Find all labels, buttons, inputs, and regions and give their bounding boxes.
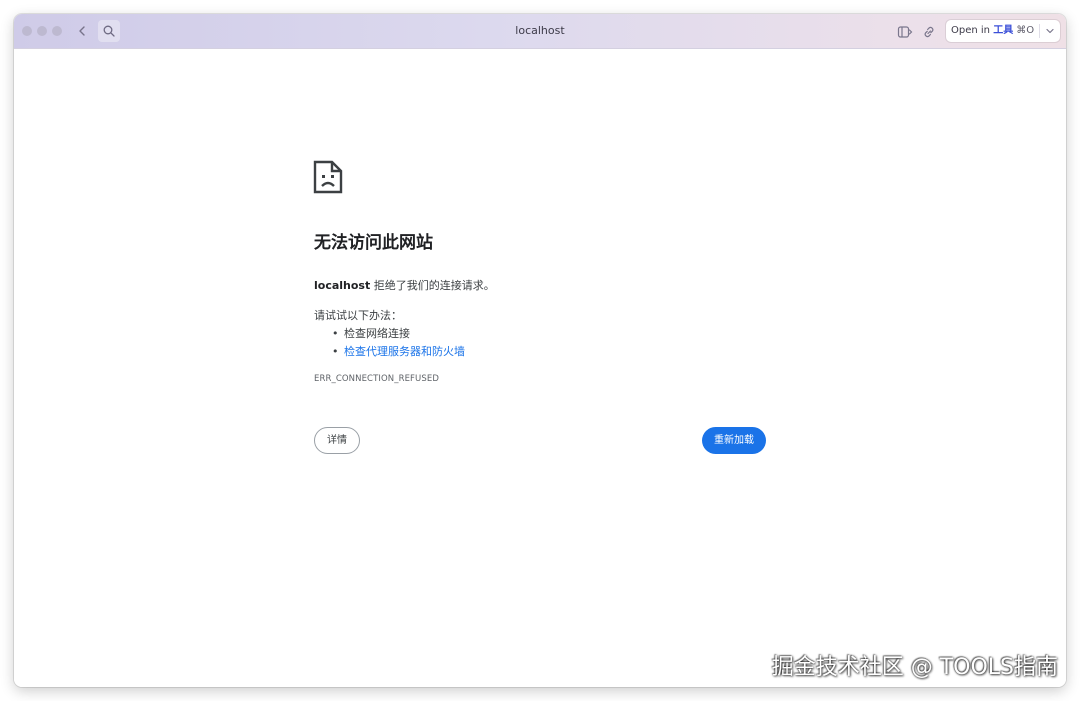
error-host: localhost [314, 279, 371, 292]
suggestions-heading: 请试试以下办法： [314, 309, 402, 322]
suggestion-check-network: 检查网络连接 [332, 325, 410, 341]
browser-toolbar: localhost Open in 工具 ⌘O [14, 14, 1066, 49]
search-icon [103, 25, 115, 37]
sad-page-icon [313, 160, 343, 194]
back-button[interactable] [74, 22, 90, 40]
details-button[interactable]: 详情 [314, 427, 360, 454]
close-window-icon[interactable] [22, 26, 32, 36]
open-in-shortcut: ⌘O [1016, 25, 1035, 36]
link-icon[interactable] [921, 24, 937, 40]
zoom-window-icon[interactable] [52, 26, 62, 36]
open-in-prefix: Open in [951, 25, 991, 36]
suggestion-check-proxy-link[interactable]: 检查代理服务器和防火墙 [332, 343, 465, 359]
minimize-window-icon[interactable] [37, 26, 47, 36]
sidebar-toggle-icon[interactable] [897, 24, 913, 40]
back-chevron-icon [79, 26, 85, 36]
error-message: 拒绝了我们的连接请求。 [373, 279, 495, 292]
reload-button[interactable]: 重新加载 [702, 427, 766, 454]
open-in-divider [1039, 24, 1040, 38]
open-in-app: 工具 [993, 25, 1014, 36]
browser-window: localhost Open in 工具 ⌘O 无法访问此网站 localhos… [14, 14, 1066, 687]
chevron-down-icon[interactable] [1042, 23, 1058, 39]
error-title: 无法访问此网站 [314, 233, 433, 253]
open-in-control: Open in 工具 ⌘O [946, 20, 1060, 42]
error-code: ERR_CONNECTION_REFUSED [314, 374, 439, 384]
error-summary: localhost 拒绝了我们的连接请求。 [314, 277, 495, 293]
watermark: 掘金技术社区 @ TOOLS指南 [771, 655, 1058, 680]
open-in-button[interactable]: Open in 工具 ⌘O [946, 20, 1038, 42]
search-button[interactable] [98, 20, 120, 42]
page-content: 无法访问此网站 localhost 拒绝了我们的连接请求。 请试试以下办法： 检… [14, 49, 1066, 687]
